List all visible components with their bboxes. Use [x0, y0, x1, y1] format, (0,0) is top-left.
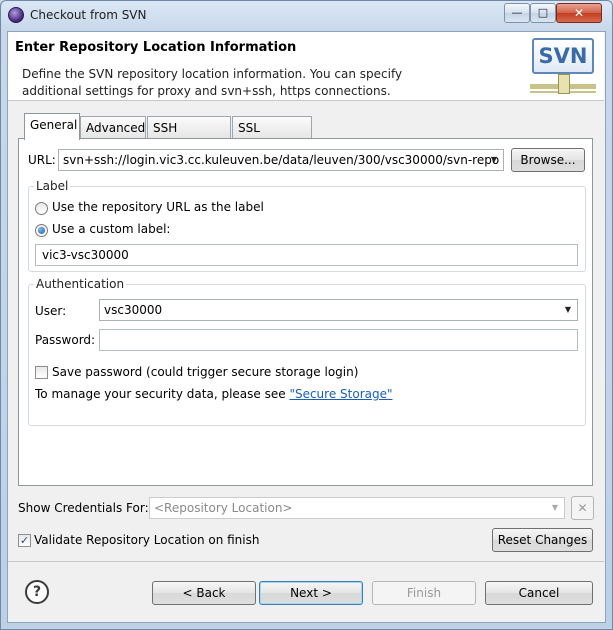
browse-button[interactable]: Browse... [511, 148, 585, 172]
url-combo[interactable]: svn+ssh://login.vic3.cc.kuleuven.be/data… [58, 149, 504, 171]
show-credentials-label: Show Credentials For: [18, 501, 149, 515]
svn-logo-post [558, 74, 570, 94]
footer-separator [8, 561, 604, 562]
radio-repo-url[interactable] [35, 202, 48, 215]
description-line-1: Define the SVN repository location infor… [22, 67, 403, 81]
label-group-legend: Label [34, 179, 71, 193]
credentials-value: <Repository Location> [154, 501, 293, 515]
page-description: Define the SVN repository location infor… [22, 66, 412, 100]
svn-logo: SVN [530, 36, 596, 96]
validate-checkbox[interactable]: ✓ [18, 534, 31, 547]
description-line-2: additional settings for proxy and svn+ss… [22, 84, 391, 98]
back-button[interactable]: < Back [152, 581, 256, 605]
authentication-group-legend: Authentication [34, 277, 127, 291]
password-field[interactable] [99, 329, 578, 351]
close-icon: ✕ [577, 501, 588, 515]
reset-changes-button[interactable]: Reset Changes [492, 528, 593, 552]
validate-label[interactable]: Validate Repository Location on finish [34, 533, 259, 547]
tab-advanced[interactable]: Advanced [80, 116, 146, 138]
radio-repo-url-label[interactable]: Use the repository URL as the label [52, 200, 264, 214]
save-password-checkbox[interactable] [35, 366, 48, 379]
save-password-label[interactable]: Save password (could trigger secure stor… [52, 365, 358, 379]
window-title: Checkout from SVN [30, 8, 147, 22]
close-button[interactable]: ✕ [556, 3, 602, 23]
tab-general[interactable]: General [24, 113, 80, 140]
finish-button[interactable]: Finish [372, 581, 476, 605]
tab-ssl-settings[interactable]: SSL Settings [232, 116, 312, 157]
manage-security-text: To manage your security data, please see… [35, 387, 393, 401]
radio-custom-label[interactable] [35, 224, 48, 237]
cancel-button[interactable]: Cancel [485, 581, 593, 605]
tab-advanced-label: Advanced [86, 121, 146, 135]
maximize-button[interactable]: □ [530, 3, 556, 23]
user-combo[interactable]: vsc30000 ▼ [99, 299, 578, 321]
svn-logo-text: SVN [532, 38, 594, 74]
password-label: Password: [35, 333, 96, 347]
title-bar[interactable]: Checkout from SVN — □ ✕ [0, 0, 613, 30]
url-value: svn+ssh://login.vic3.cc.kuleuven.be/data… [63, 153, 500, 167]
tab-general-label: General [30, 118, 78, 132]
secure-storage-link[interactable]: "Secure Storage" [289, 387, 392, 401]
chevron-down-icon[interactable]: ▼ [487, 150, 501, 170]
user-value: vsc30000 [104, 303, 163, 317]
delete-credentials-button[interactable]: ✕ [571, 496, 594, 520]
url-label: URL: [28, 153, 56, 167]
custom-label-input[interactable]: vic3-vsc30000 [35, 244, 578, 266]
chevron-down-icon[interactable]: ▼ [561, 300, 575, 320]
credentials-combo[interactable]: <Repository Location> ▼ [149, 497, 565, 519]
help-icon[interactable]: ? [25, 580, 49, 604]
minimize-button[interactable]: — [504, 3, 530, 23]
manage-security-prefix: To manage your security data, please see [35, 387, 286, 401]
chevron-down-icon[interactable]: ▼ [548, 498, 562, 518]
eclipse-icon [8, 7, 24, 23]
tab-ssh-settings[interactable]: SSH Settings [147, 116, 231, 157]
next-button[interactable]: Next > [259, 581, 363, 605]
page-title: Enter Repository Location Information [15, 40, 297, 55]
user-label: User: [35, 304, 67, 318]
radio-custom-label-text[interactable]: Use a custom label: [52, 222, 170, 236]
